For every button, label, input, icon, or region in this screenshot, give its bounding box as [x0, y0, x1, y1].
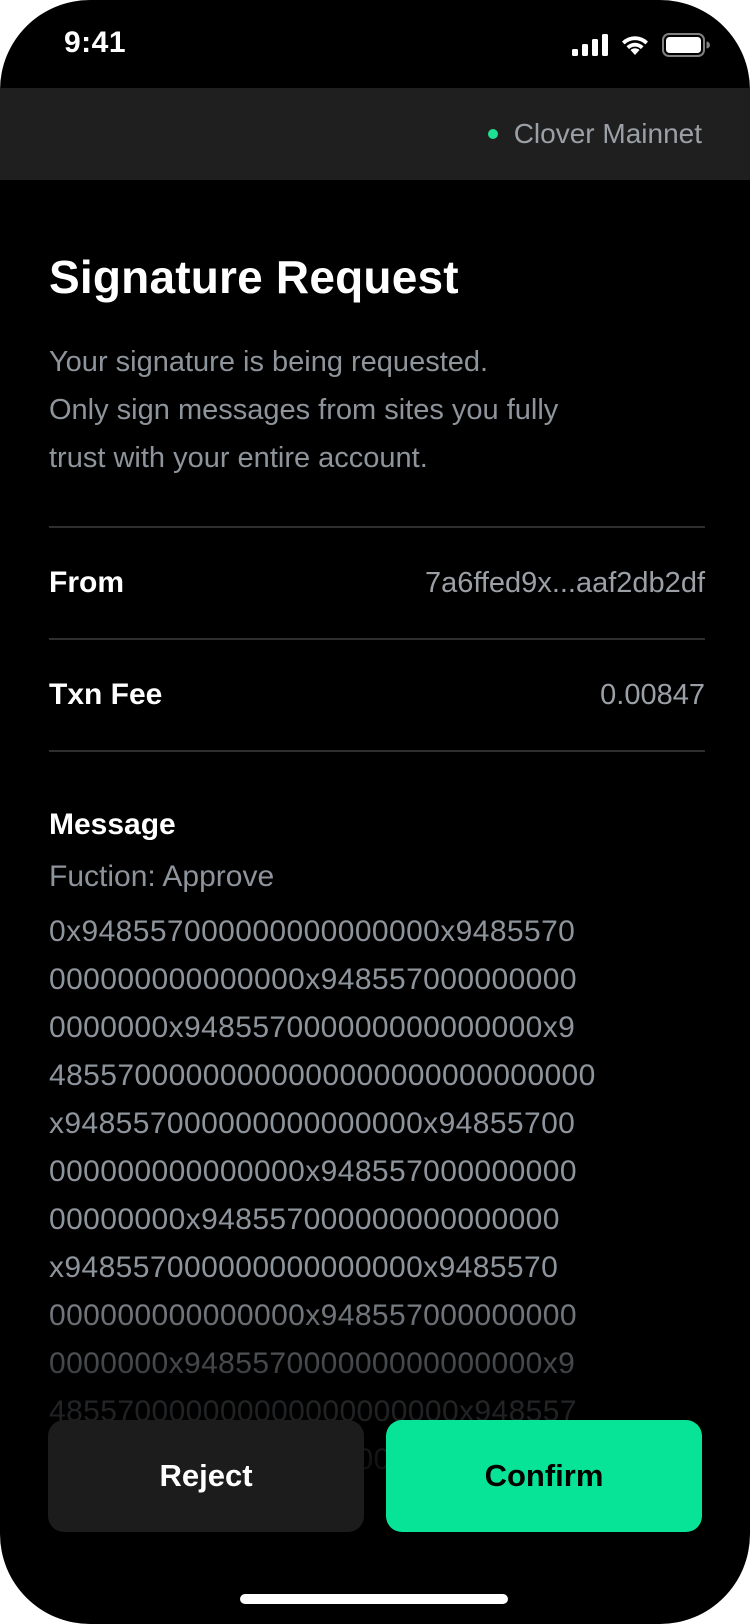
network-name: Clover Mainnet [513, 118, 702, 149]
status-bar: 9:41 [0, 0, 750, 88]
network-selector[interactable]: Clover Mainnet [487, 88, 702, 180]
confirm-button[interactable]: Confirm [386, 1420, 702, 1532]
cellular-signal-icon [572, 34, 608, 56]
message-function: Fuction: Approve [49, 860, 275, 893]
fee-label: Txn Fee [49, 678, 163, 711]
page-title: Signature Request [49, 251, 459, 303]
message-line: x948557000000000000000x94855700 [49, 1107, 576, 1140]
wifi-icon [622, 36, 648, 55]
network-status-dot [487, 129, 498, 139]
divider [49, 750, 705, 752]
status-time: 9:41 [64, 26, 127, 59]
from-address: 7a6ffed9x...aaf2db2df [424, 566, 705, 599]
from-label: From [49, 566, 124, 599]
battery-icon [662, 33, 710, 57]
request-description: Your signature is being requested. Only … [49, 338, 689, 482]
message-line: 0x948557000000000000000x9485570 [49, 915, 576, 948]
message-line: 48557000000000000000000000000000 [49, 1059, 596, 1092]
fee-row: Txn Fee 0.00847 [49, 638, 705, 750]
network-header: Clover Mainnet [0, 88, 750, 180]
reject-button[interactable]: Reject [48, 1420, 364, 1532]
phone-screen: 9:41 Clover Mainnet Signature Request Yo… [0, 0, 750, 1624]
message-line: 000000000000000x948557000000000 [49, 963, 577, 996]
message-line: 0000000x948557000000000000000x9 [49, 1011, 576, 1044]
from-row: From 7a6ffed9x...aaf2db2df [49, 526, 705, 638]
home-indicator[interactable] [240, 1594, 508, 1604]
message-line: 000000000000000x948557000000000 [49, 1155, 577, 1188]
fee-value: 0.00847 [600, 678, 705, 711]
description-line: Only sign messages from sites you fully [49, 394, 559, 426]
message-line: 00000000x948557000000000000000 [49, 1203, 560, 1236]
message-label: Message [49, 808, 176, 841]
description-line: trust with your entire account. [49, 442, 428, 474]
status-icons [572, 32, 710, 58]
description-line: Your signature is being requested. [49, 346, 489, 378]
